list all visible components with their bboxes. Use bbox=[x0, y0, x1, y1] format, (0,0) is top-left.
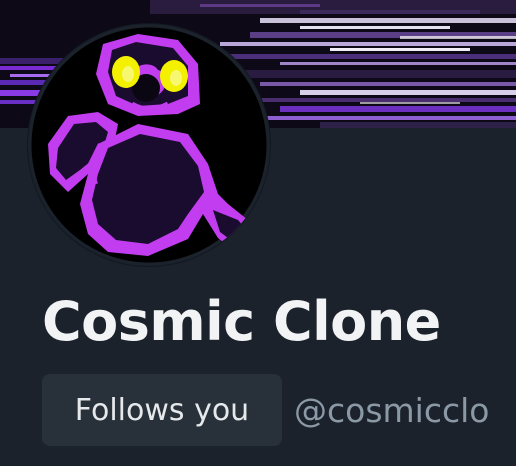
follows-you-badge: Follows you bbox=[42, 374, 282, 446]
purple-character-avatar-icon bbox=[28, 24, 270, 266]
user-handle: @cosmicclo bbox=[294, 390, 490, 430]
avatar[interactable] bbox=[28, 24, 270, 266]
display-name: Cosmic Clone bbox=[42, 290, 441, 353]
